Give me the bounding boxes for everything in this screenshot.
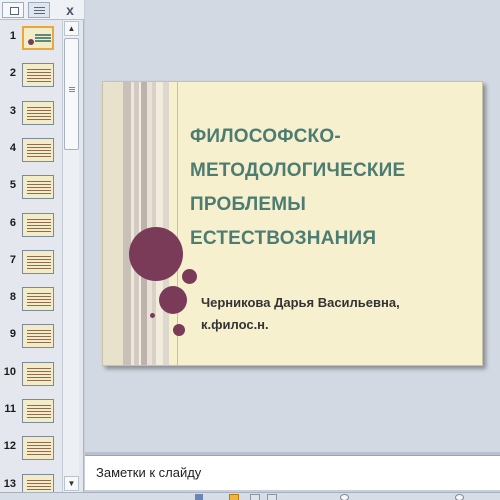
scroll-up-arrow-icon[interactable]: ▲ <box>64 21 79 36</box>
close-pane-button[interactable]: x <box>60 1 80 19</box>
slide-number: 11 <box>4 403 16 415</box>
thumbnail-text-lines <box>27 107 51 122</box>
thumbnail-text-lines <box>27 368 51 383</box>
tab-outline[interactable] <box>28 2 50 18</box>
slide-number: 12 <box>3 440 16 452</box>
tab-slides[interactable] <box>2 2 24 18</box>
slide-thumbnail-row[interactable]: 13 <box>0 468 62 492</box>
thumbnail-circle <box>28 39 34 45</box>
slide-title-line: естествознания <box>190 228 377 249</box>
slide-thumbnail-list: 1 2 3 4 5 6 7 8 9 10 11 12 13 <box>0 20 62 492</box>
slide-thumbnail-row[interactable]: 5 <box>0 169 62 201</box>
thumbnail-text-lines <box>27 442 51 457</box>
slide-title-line: методологические <box>190 160 406 181</box>
zoom-out-icon[interactable] <box>340 494 349 500</box>
slide-thumbnail[interactable] <box>22 287 54 311</box>
language-icon[interactable] <box>195 494 203 500</box>
thumbnail-text-lines <box>27 480 51 492</box>
slide-thumbnail[interactable] <box>22 138 54 162</box>
decorative-circle <box>150 313 155 318</box>
author-degree: к.филос.н. <box>201 317 269 332</box>
slide-number: 8 <box>9 291 16 303</box>
decorative-circle <box>182 269 197 284</box>
thumbnail-text-lines <box>27 330 51 345</box>
slide-thumbnail[interactable] <box>22 101 54 125</box>
slide-subtitle[interactable]: Черникова Дарья Васильевна, к.филос.н. <box>201 292 481 336</box>
slide-thumbnail-row[interactable]: 10 <box>0 356 62 388</box>
slide-thumbnail-row[interactable]: 11 <box>0 393 62 425</box>
slide-thumbnail-row[interactable]: 3 <box>0 95 62 127</box>
decorative-stripes <box>103 82 177 365</box>
thumbnail-text-lines <box>27 144 51 159</box>
slide-thumbnail[interactable] <box>22 324 54 348</box>
slide-number: 5 <box>9 179 16 191</box>
slide-thumbnail-row[interactable]: 12 <box>0 430 62 462</box>
slide-number: 4 <box>9 142 16 154</box>
slide-thumbnail-row[interactable]: 7 <box>0 244 62 276</box>
slide-number: 3 <box>9 105 16 117</box>
slide-title-line: Философско- <box>190 126 341 147</box>
slide-thumbnail[interactable] <box>22 474 54 492</box>
status-bar <box>0 492 500 500</box>
thumbnail-text-lines <box>27 405 51 420</box>
decorative-circle <box>129 227 183 281</box>
decorative-circle <box>173 324 185 336</box>
slide-thumbnail-row[interactable]: 4 <box>0 132 62 164</box>
thumbnail-text-lines <box>27 219 51 234</box>
slide-number: 2 <box>9 67 16 79</box>
author-name: Черникова Дарья Васильевна, <box>201 295 400 310</box>
slide-title[interactable]: Философско- методологические проблемы ес… <box>190 120 480 256</box>
notes-pane[interactable]: Заметки к слайду <box>85 455 500 490</box>
slides-pane: x 1 2 3 4 5 6 7 8 9 10 11 12 13 ▲ ▼ <box>0 0 84 492</box>
slide-title-line: проблемы <box>190 194 307 215</box>
slide-thumbnail-row[interactable]: 8 <box>0 281 62 313</box>
slide-thumbnail[interactable] <box>22 213 54 237</box>
thumbnail-text-lines <box>27 293 51 308</box>
slide-number: 6 <box>9 217 16 229</box>
decorative-circle <box>159 286 187 314</box>
slide-sorter-view-icon[interactable] <box>250 494 260 500</box>
scroll-down-arrow-icon[interactable]: ▼ <box>64 476 79 491</box>
slide-thumbnail-row[interactable]: 2 <box>0 57 62 89</box>
thumbnail-scrollbar[interactable]: ▲ ▼ <box>62 20 79 492</box>
slide-thumbnail-row[interactable]: 6 <box>0 207 62 239</box>
slide-thumbnail[interactable] <box>22 26 54 50</box>
slide-number: 7 <box>9 254 16 266</box>
slide-number: 9 <box>9 328 16 340</box>
slide-thumbnail[interactable] <box>22 399 54 423</box>
slide-thumbnail-row[interactable]: 9 <box>0 318 62 350</box>
slide-thumbnail-row[interactable]: 1 <box>0 20 62 52</box>
thumbnail-title-lines <box>35 34 51 36</box>
thumbnail-text-lines <box>27 256 51 271</box>
notes-placeholder: Заметки к слайду <box>96 465 202 480</box>
scroll-thumb[interactable] <box>64 38 79 150</box>
slide-number: 13 <box>3 478 16 490</box>
pane-tabs: x <box>0 0 84 20</box>
normal-view-icon[interactable] <box>229 494 239 500</box>
zoom-in-icon[interactable] <box>455 494 464 500</box>
slide-thumbnail[interactable] <box>22 63 54 87</box>
slide-thumbnail[interactable] <box>22 175 54 199</box>
slide-thumbnail[interactable] <box>22 436 54 460</box>
slide-thumbnail[interactable] <box>22 250 54 274</box>
slide-thumbnail[interactable] <box>22 362 54 386</box>
slide-canvas[interactable]: Философско- методологические проблемы ес… <box>102 81 483 366</box>
reading-view-icon[interactable] <box>267 494 277 500</box>
slide-editor: Философско- методологические проблемы ес… <box>85 0 500 452</box>
slide-number: 1 <box>9 30 16 42</box>
thumbnail-text-lines <box>27 69 51 84</box>
slide-number: 10 <box>3 366 16 378</box>
thumbnail-text-lines <box>27 181 51 196</box>
